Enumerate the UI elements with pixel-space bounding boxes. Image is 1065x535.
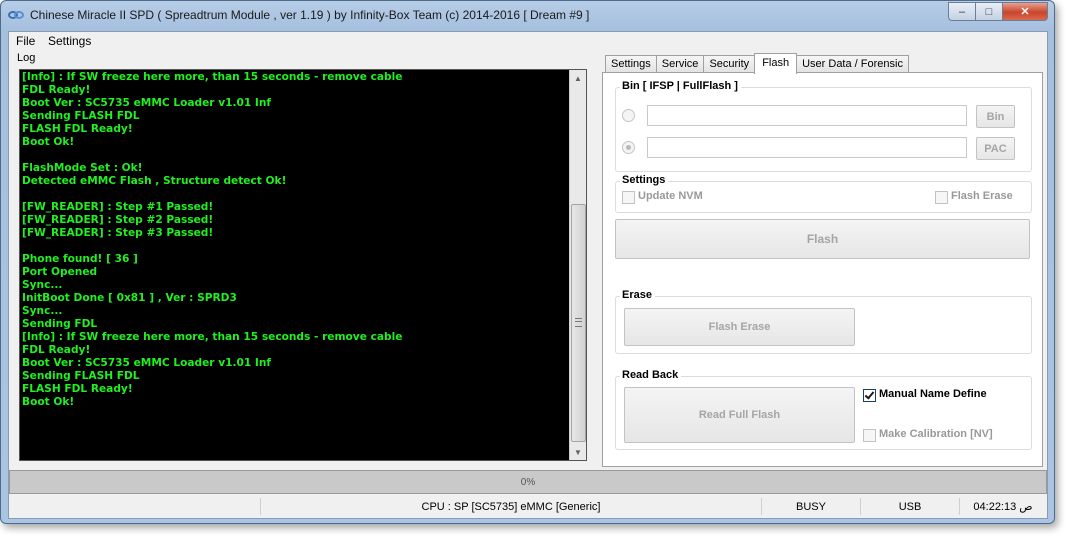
update-nvm-checkbox[interactable]	[622, 191, 635, 204]
maximize-button[interactable]: □	[976, 2, 1003, 21]
update-nvm-label: Update NVM	[638, 190, 703, 202]
flash-tab-panel: Bin [ IFSP | FullFlash ] Bin PAC Setting…	[602, 72, 1043, 467]
log-line: Phone found! [ 36 ]	[22, 253, 138, 265]
log-line: FLASH FDL Ready!	[22, 123, 133, 135]
tab-user-data-forensic[interactable]: User Data / Forensic	[796, 55, 909, 73]
title-bar[interactable]: Chinese Miracle II SPD ( Spreadtrum Modu…	[1, 1, 1054, 30]
app-window: Chinese Miracle II SPD ( Spreadtrum Modu…	[0, 0, 1055, 524]
progress-bar: 0%	[9, 470, 1047, 494]
make-calibration-label: Make Calibration [NV]	[879, 428, 993, 440]
pac-radio[interactable]	[622, 141, 635, 154]
log-line: Boot Ver : SC5735 eMMC Loader v1.01 Inf	[22, 97, 272, 109]
log-line: Sync...	[22, 305, 63, 317]
log-line: FLASH FDL Ready!	[22, 383, 133, 395]
scroll-down-arrow-icon[interactable]: ▼	[570, 444, 586, 460]
tab-security[interactable]: Security	[703, 55, 756, 73]
status-port: USB	[860, 498, 959, 515]
log-text: [Info] : If SW freeze here more, than 15…	[22, 71, 567, 457]
manual-name-define-label: Manual Name Define	[879, 388, 987, 400]
tab-strip: Settings Service Security Flash User Dat…	[605, 53, 909, 74]
read-back-group-label: Read Back	[620, 369, 682, 381]
log-line: [FW_READER] : Step #2 Passed!	[22, 214, 214, 226]
pac-path-input[interactable]	[647, 137, 967, 158]
log-line: [FW_READER] : Step #3 Passed!	[22, 227, 214, 239]
manual-name-define-checkbox[interactable]	[863, 389, 876, 402]
status-state: BUSY	[761, 498, 860, 515]
status-cpu: CPU : SP [SC5735] eMMC [Generic]	[260, 498, 761, 515]
tab-flash[interactable]: Flash	[754, 53, 798, 74]
log-label: Log	[17, 52, 36, 64]
log-console[interactable]: [Info] : If SW freeze here more, than 15…	[19, 69, 587, 461]
read-back-group: Read Back Read Full Flash Manual Name De…	[615, 369, 1032, 450]
log-line: Detected eMMC Flash , Structure detect O…	[22, 175, 287, 187]
log-line: [Info] : If SW freeze here more, than 15…	[22, 71, 403, 83]
log-scrollbar[interactable]: ▲ ▼	[569, 70, 586, 460]
minimize-button[interactable]: –	[948, 2, 976, 21]
chain-link-icon	[8, 11, 24, 19]
erase-group: Erase Flash Erase	[615, 289, 1032, 354]
bin-group-label: Bin [ IFSP | FullFlash ]	[620, 80, 741, 92]
progress-label: 0%	[520, 476, 536, 488]
settings-group: Settings Update NVM Flash Erase	[615, 174, 1032, 213]
window-title: Chinese Miracle II SPD ( Spreadtrum Modu…	[30, 8, 590, 22]
window-controls: – □ ✕	[948, 2, 1048, 21]
flash-button[interactable]: Flash	[615, 219, 1030, 259]
log-line: Boot Ver : SC5735 eMMC Loader v1.01 Inf	[22, 357, 272, 369]
bin-group: Bin [ IFSP | FullFlash ] Bin PAC	[615, 80, 1032, 172]
close-button[interactable]: ✕	[1003, 2, 1048, 21]
log-line: Sending FLASH FDL	[22, 110, 140, 122]
grip-icon	[575, 318, 582, 327]
log-line: Sync...	[22, 279, 63, 291]
pac-button[interactable]: PAC	[976, 137, 1015, 160]
log-line: FDL Ready!	[22, 344, 91, 356]
log-line: Port Opened	[22, 266, 98, 278]
scrollbar-thumb[interactable]	[571, 204, 586, 442]
erase-group-label: Erase	[620, 289, 655, 301]
bin-path-input[interactable]	[647, 105, 967, 126]
menu-settings[interactable]: Settings	[48, 34, 91, 48]
log-line: [Info] : If SW freeze here more, than 15…	[22, 331, 403, 343]
menu-bar: File Settings	[9, 32, 1047, 50]
log-line: [FW_READER] : Step #1 Passed!	[22, 201, 214, 213]
log-line: Sending FDL	[22, 318, 98, 330]
flash-erase-checkbox[interactable]	[935, 191, 948, 204]
tab-service[interactable]: Service	[655, 55, 705, 73]
read-full-flash-button[interactable]: Read Full Flash	[624, 387, 855, 443]
log-line: FDL Ready!	[22, 84, 91, 96]
log-line: Boot Ok!	[22, 136, 75, 148]
log-line: InitBoot Done [ 0x81 ] , Ver : SPRD3	[22, 292, 237, 304]
log-line: Sending FLASH FDL	[22, 370, 140, 382]
client-area: File Settings Log [Info] : If SW freeze …	[8, 31, 1048, 519]
log-line: Boot Ok!	[22, 396, 75, 408]
tab-settings[interactable]: Settings	[605, 55, 657, 73]
flash-erase-checkbox-label: Flash Erase	[951, 190, 1013, 202]
scroll-up-arrow-icon[interactable]: ▲	[570, 70, 586, 86]
flash-erase-button[interactable]: Flash Erase	[624, 308, 855, 346]
make-calibration-checkbox[interactable]	[863, 429, 876, 442]
bin-radio[interactable]	[622, 109, 635, 122]
menu-file[interactable]: File	[16, 34, 35, 48]
log-line: FlashMode Set : Ok!	[22, 162, 143, 174]
status-bar: CPU : SP [SC5735] eMMC [Generic] BUSY US…	[9, 495, 1047, 518]
bin-button[interactable]: Bin	[976, 105, 1015, 128]
settings-group-label: Settings	[620, 174, 669, 186]
status-time: 04:22:13 ص	[959, 498, 1046, 515]
